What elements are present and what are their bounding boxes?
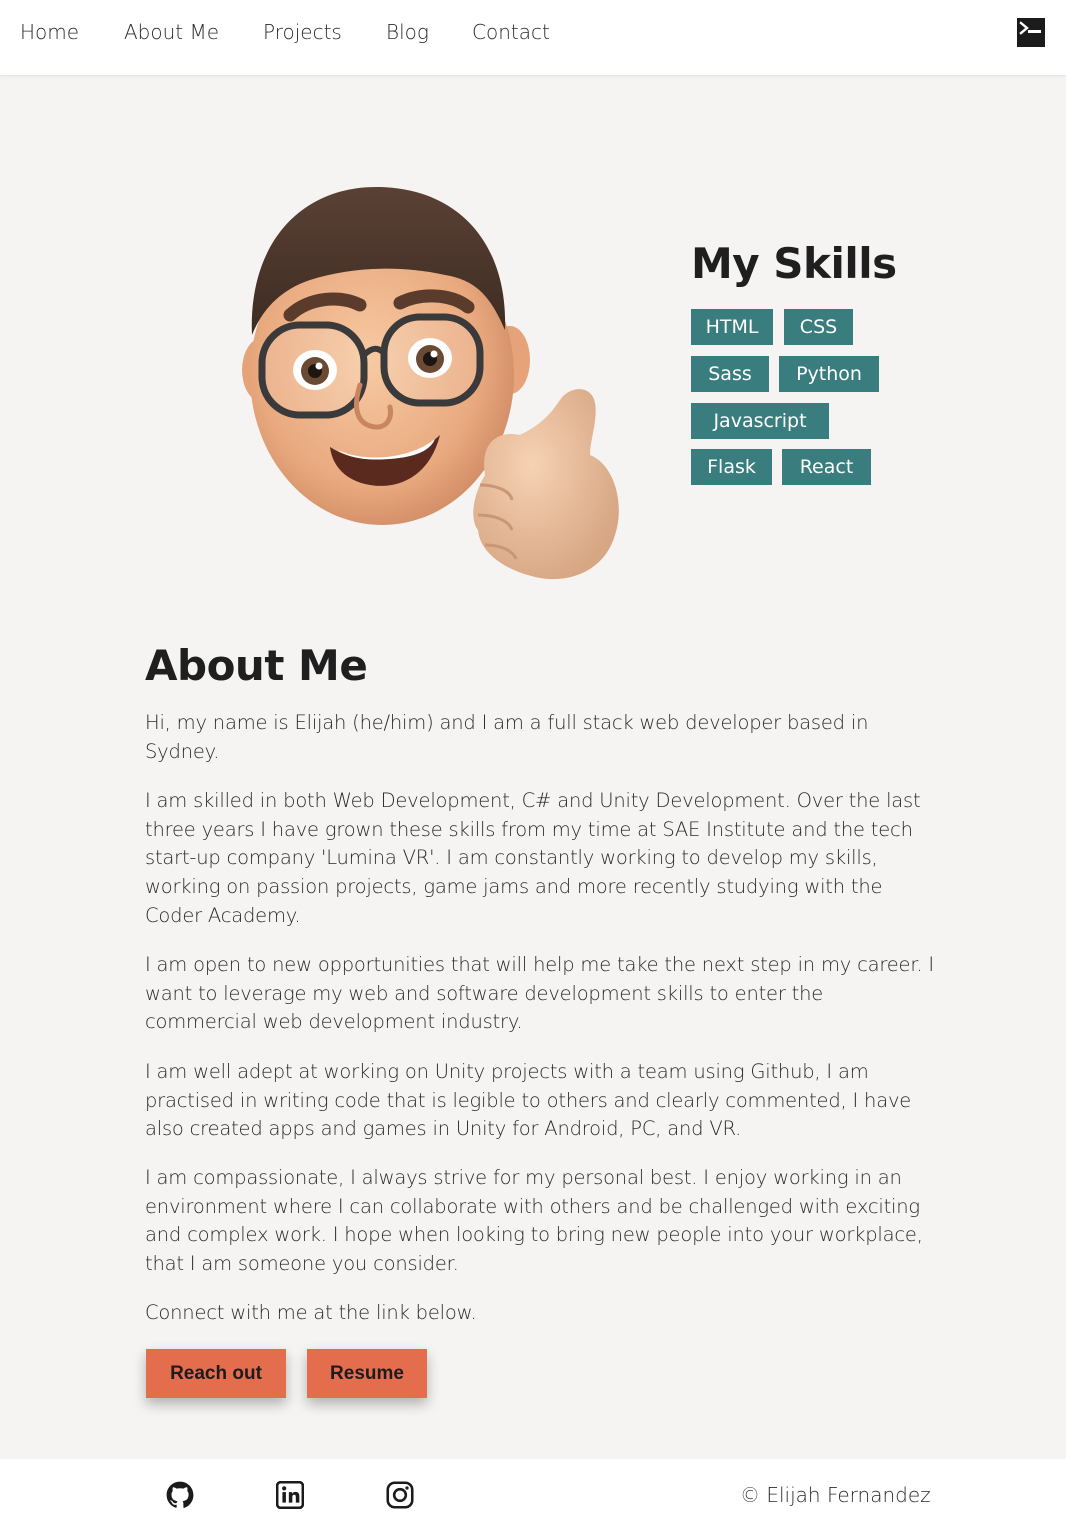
skill-tag-flask: Flask [691, 449, 772, 485]
terminal-icon[interactable] [1017, 18, 1045, 47]
nav-link-contact[interactable]: Contact [472, 18, 550, 46]
reach-out-button[interactable]: Reach out [146, 1349, 286, 1398]
skill-tag-javascript: Javascript [691, 403, 829, 439]
navbar: Home About Me Projects Blog Contact [0, 0, 1066, 75]
about-paragraph: I am open to new opportunities that will… [145, 953, 934, 1034]
footer: © Elijah Fernandez [0, 1459, 1066, 1532]
skill-tag-css: CSS [784, 309, 853, 345]
about-paragraph: I am compassionate, I always strive for … [145, 1166, 923, 1276]
skills-title: My Skills [691, 239, 897, 288]
nav-link-blog[interactable]: Blog [386, 18, 429, 46]
github-icon[interactable] [166, 1481, 194, 1509]
skill-tag-python: Python [779, 356, 879, 392]
skill-tag-sass: Sass [691, 356, 769, 392]
skill-tag-react: React [782, 449, 871, 485]
memoji-avatar-image [242, 186, 619, 580]
resume-button[interactable]: Resume [307, 1349, 427, 1398]
nav-link-home[interactable]: Home [20, 18, 79, 46]
skill-tag-html: HTML [691, 309, 773, 345]
copyright-text: © Elijah Fernandez [740, 1483, 931, 1507]
nav-link-projects[interactable]: Projects [263, 18, 342, 46]
linkedin-icon[interactable] [276, 1481, 304, 1509]
nav-link-about-me[interactable]: About Me [124, 18, 219, 46]
about-paragraph: I am skilled in both Web Development, C#… [145, 789, 921, 927]
about-paragraph: Hi, my name is Elijah (he/him) and I am … [145, 711, 869, 763]
about-paragraph: I am well adept at working on Unity proj… [145, 1060, 912, 1141]
instagram-icon[interactable] [386, 1481, 414, 1509]
about-title: About Me [145, 641, 368, 690]
about-paragraph: Connect with me at the link below. [145, 1301, 477, 1324]
